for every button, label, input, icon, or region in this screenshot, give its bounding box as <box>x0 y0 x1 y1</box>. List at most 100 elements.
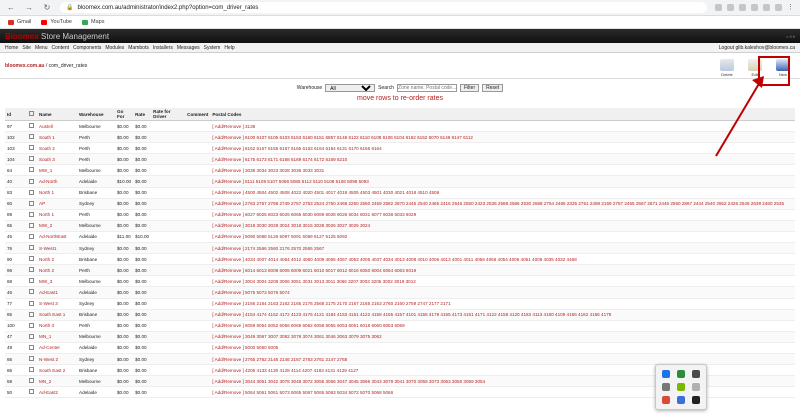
security-tray-icon[interactable] <box>661 396 670 405</box>
row-checkbox[interactable] <box>29 167 34 173</box>
table-row[interactable]: 102 South 1 Perth $0.00 $0.00[ Add/Remove ] … <box>5 131 795 144</box>
row-checkbox[interactable] <box>29 156 34 162</box>
row-checkbox[interactable] <box>29 300 34 306</box>
row-checkbox[interactable] <box>29 356 34 362</box>
row-checkbox[interactable] <box>29 245 34 251</box>
table-row[interactable]: 83 North 1 Brisbane $0.00 $0.00[ Add/Remove … <box>5 187 795 199</box>
table-row[interactable]: 45 Ad-NorthEast Adelaide $11.00 $10.00 [ Add/… <box>5 231 795 244</box>
table-row[interactable]: 66 N-West 2 Sydney $0.00 $0.00[ Add/Remove ]… <box>5 353 795 366</box>
row-checkbox[interactable] <box>29 178 34 184</box>
row-name[interactable]: Ad-North <box>37 175 77 188</box>
table-row[interactable]: 96 North 2 Perth $0.00 $0.00[ Add/Remove ] 6… <box>5 264 795 277</box>
row-postal-codes[interactable]: [ Add/Remove ] 6100 6107 6105 6103 6153 … <box>210 131 795 144</box>
row-checkbox[interactable] <box>29 222 34 228</box>
row-checkbox[interactable] <box>29 289 34 295</box>
row-name[interactable]: MN_2 <box>37 375 77 388</box>
puzzle-icon[interactable] <box>763 4 770 11</box>
row-name[interactable]: Ad-Center <box>37 342 77 354</box>
table-row[interactable]: 68 MW_3 Melbourne $0.00 $0.00[ Add/Remove ] … <box>5 275 795 288</box>
search-input[interactable] <box>397 84 458 92</box>
row-checkbox[interactable] <box>29 378 34 384</box>
menu-messages[interactable]: Messages <box>177 45 200 51</box>
row-postal-codes[interactable]: [ Add/Remove ] 6175 6173 6171 6168 6169 … <box>210 153 795 166</box>
row-name[interactable]: N-West 2 <box>37 353 77 366</box>
share-icon[interactable] <box>739 4 746 11</box>
table-row[interactable]: 104 South 3 Perth $0.00 $0.00[ Add/Remove ] … <box>5 153 795 166</box>
delete-button[interactable]: Delete <box>715 59 739 77</box>
warehouse-select[interactable]: All <box>325 84 376 92</box>
row-postal-codes[interactable]: [ Add/Remove ] 3038 3034 3023 3028 3036 … <box>210 164 795 177</box>
row-postal-codes[interactable]: [ Add/Remove ] 5111 5109 5107 5066 5085 … <box>210 175 795 188</box>
logout-link[interactable]: Logout glib.kaleshov@bloomex.ca <box>719 45 795 51</box>
location-icon[interactable] <box>727 4 734 11</box>
row-checkbox[interactable] <box>29 344 34 350</box>
row-name[interactable]: MW_1 <box>37 164 77 177</box>
table-row[interactable]: 100 North 3 Perth $0.00 $0.00[ Add/Remove ] … <box>5 320 795 332</box>
reset-button[interactable]: Reset <box>482 84 504 92</box>
row-postal-codes[interactable]: [ Add/Remove ] 6162 6157 6155 6167 6165 … <box>210 142 795 155</box>
row-postal-codes[interactable]: [ Add/Remove ] 2765 2762 2146 2146 2167 … <box>210 353 795 366</box>
table-row[interactable]: 49 Ad-Center Adelaide $0.00 $0.00[ Add/Remov… <box>5 342 795 354</box>
row-name[interactable]: South East 2 <box>37 364 77 377</box>
row-checkbox[interactable] <box>29 389 34 395</box>
menu-modules[interactable]: Modules <box>105 45 124 51</box>
row-name[interactable]: MN_1 <box>37 331 77 343</box>
row-postal-codes[interactable]: [ Add/Remove ] 4154 4174 4152 4172 4123 … <box>210 309 795 321</box>
bookmark-youtube[interactable]: YouTube <box>41 19 72 25</box>
row-postal-codes[interactable]: [ Add/Remove ] 5064 5061 5061 5073 5065 … <box>210 386 795 399</box>
row-name[interactable]: Austell <box>37 120 77 133</box>
address-bar[interactable]: 🔒 bloomex.com.au/administrator/index2.ph… <box>60 2 707 13</box>
row-postal-codes[interactable]: [ Add/Remove ] 5075 5073 5076 5074 <box>210 286 795 299</box>
row-postal-codes[interactable]: [ Add/Remove ] 3018 3030 3028 3024 3018 … <box>210 220 795 232</box>
row-postal-codes[interactable]: [ Add/Remove ] 3004 3004 3208 3006 3051 … <box>210 275 795 288</box>
menu-site[interactable]: Site <box>22 45 31 51</box>
table-row[interactable]: 89 North 1 Perth $0.00 $0.00[ Add/Remove ] 6… <box>5 209 795 221</box>
row-postal-codes[interactable]: [ Add/Remove ] 6059 6054 6052 6056 6069 … <box>210 320 795 332</box>
row-checkbox[interactable] <box>29 200 34 206</box>
row-postal-codes[interactable]: [ Add/Remove ] 6014 6013 6008 6005 6009 … <box>210 264 795 277</box>
row-checkbox[interactable] <box>29 311 34 317</box>
menu-mambots[interactable]: Mambots <box>128 45 149 51</box>
row-postal-codes[interactable]: [ Add/Remove ] 4205 4133 4130 4128 4114 … <box>210 364 795 377</box>
row-postal-codes[interactable]: [ Add/Remove ] 6027 6025 6023 6026 6065 … <box>210 209 795 221</box>
row-checkbox[interactable] <box>29 145 34 151</box>
row-postal-codes[interactable]: [ Add/Remove ] 4500 4504 4502 4508 4022 … <box>210 187 795 199</box>
profile-icon[interactable] <box>775 4 782 11</box>
row-name[interactable]: AP <box>37 198 77 210</box>
extension-icon[interactable] <box>715 4 722 11</box>
usb-tray-icon[interactable] <box>692 396 701 405</box>
table-row[interactable]: 47 MN_1 Melbourne $0.00 $0.00[ Add/Remove ] … <box>5 331 795 343</box>
row-postal-codes[interactable]: [ Add/Remove ] 3044 3061 3042 3078 3048 … <box>210 375 795 388</box>
row-postal-codes[interactable]: [ Add/Remove ] 2174 2566 2560 2176 2570 … <box>210 242 795 255</box>
bluetooth-tray-icon[interactable] <box>676 396 685 405</box>
row-checkbox[interactable] <box>29 267 34 273</box>
reload-icon[interactable]: ↻ <box>42 3 52 13</box>
row-name[interactable]: South East 1 <box>37 309 77 321</box>
table-row[interactable]: 64 MW_1 Melbourne $0.00 $0.00[ Add/Remove ] … <box>5 164 795 177</box>
table-row[interactable]: 76 S-West1 Sydney $0.00 $0.00[ Add/Remove ] … <box>5 242 795 255</box>
menu-content[interactable]: Content <box>51 45 69 51</box>
back-icon[interactable]: ← <box>6 3 16 13</box>
select-all-checkbox[interactable] <box>29 111 34 116</box>
menu-system[interactable]: System <box>204 45 221 51</box>
row-name[interactable]: Ad-East2 <box>37 386 77 399</box>
menu-kebab-icon[interactable]: ⋮ <box>787 4 794 11</box>
audio-tray-icon[interactable] <box>692 382 701 391</box>
bookmark-maps[interactable]: Maps <box>82 19 104 25</box>
row-checkbox[interactable] <box>29 189 34 195</box>
row-name[interactable]: North 3 <box>37 320 77 332</box>
menu-help[interactable]: Help <box>224 45 234 51</box>
forward-icon[interactable]: → <box>24 3 34 13</box>
row-name[interactable]: South 3 <box>37 153 77 166</box>
menu-installers[interactable]: Installers <box>153 45 173 51</box>
row-name[interactable]: South 2 <box>37 142 77 155</box>
menu-menu[interactable]: Menu <box>35 45 48 51</box>
table-row[interactable]: 90 North 2 Brisbane $0.00 $0.00[ Add/Remove … <box>5 253 795 266</box>
table-row[interactable]: 46 Ad-East1 Adelaide $0.00 $0.00[ Add/Remove… <box>5 286 795 299</box>
monitor-tray-icon[interactable] <box>692 369 701 378</box>
row-name[interactable]: MW_3 <box>37 275 77 288</box>
row-checkbox[interactable] <box>29 256 34 262</box>
row-name[interactable]: MW_2 <box>37 220 77 232</box>
table-row[interactable]: 103 South 2 Perth $0.00 $0.00[ Add/Remove ] … <box>5 142 795 155</box>
row-postal-codes[interactable]: [ Add/Remove ] 4034 4007 4014 4064 4012 … <box>210 253 795 266</box>
